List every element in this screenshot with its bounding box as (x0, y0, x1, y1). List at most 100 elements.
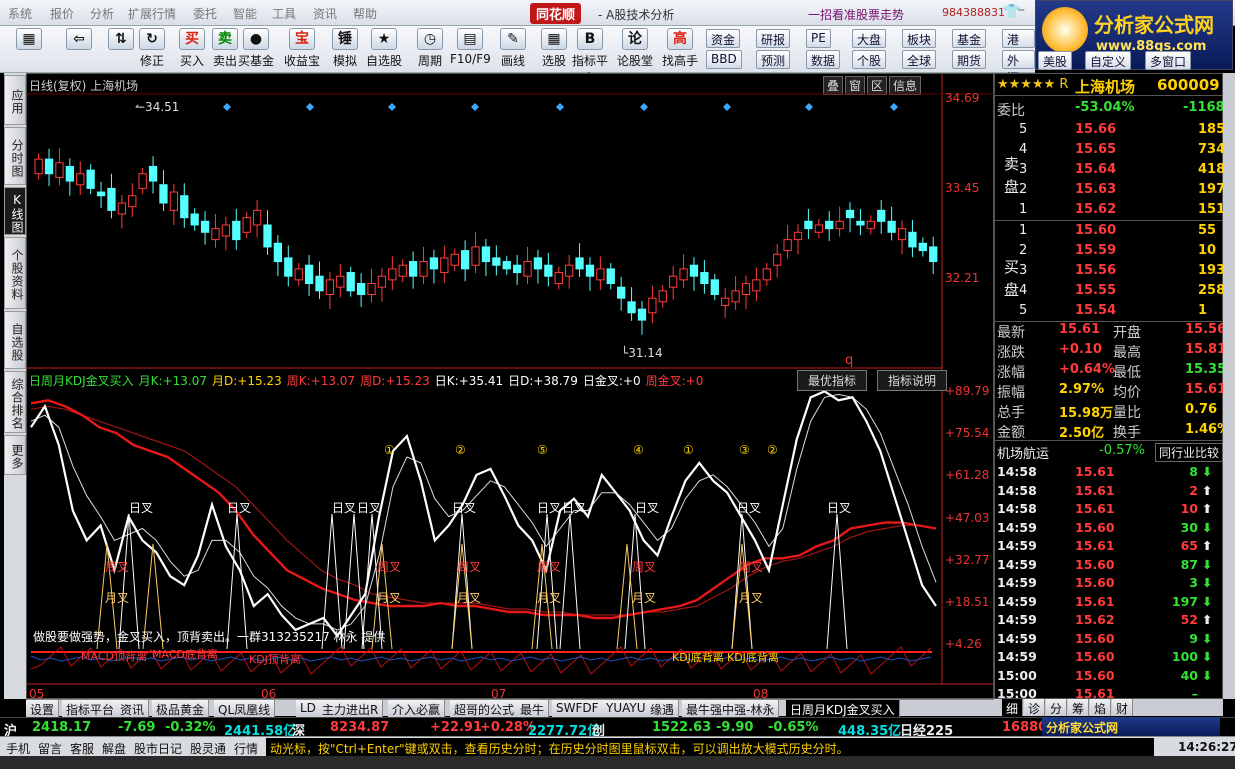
toolbar-button[interactable]: ● 买基金 (236, 28, 276, 70)
toolbar-small-button[interactable]: 研报 (756, 29, 791, 48)
status-link[interactable]: 股市日记 (134, 740, 182, 757)
toolbar-button[interactable]: ▤ F10/F9 (450, 28, 491, 70)
quote-tab[interactable]: 财 (1112, 699, 1134, 716)
toolbar-button[interactable]: ▦ 选股 (534, 28, 574, 70)
indicator-help-button[interactable]: 指标说明 (877, 370, 948, 391)
toolbar-small-button[interactable]: 数据 (806, 50, 841, 69)
toolbar-button[interactable]: 高找高手 (660, 28, 700, 70)
footer-ad[interactable]: 分析家公式网 www.88gs.com (1042, 717, 1220, 750)
indicator-tab[interactable]: SWFDF (552, 700, 604, 717)
indicator-tab[interactable]: 资讯 (116, 700, 150, 717)
best-indicator-button[interactable]: 最优指标 (797, 370, 868, 391)
promo-link[interactable]: 一招看准股票走势 (808, 6, 904, 23)
menu-item[interactable]: 工具 (272, 5, 296, 22)
indicator-tab[interactable]: QL凤凰线 (214, 700, 276, 717)
toolbar-button[interactable]: 锤模拟 (325, 28, 365, 70)
toolbar-small-button[interactable]: 自定义 (1085, 51, 1132, 70)
quote-row: 振幅 2.97% 均价 15.61 (995, 380, 1226, 401)
toolbar-button[interactable]: ↻ 修正 (135, 28, 169, 70)
toolbar-button[interactable]: B指标平台 (570, 28, 610, 85)
toolbar-small-button[interactable]: 板块 (902, 29, 937, 48)
toolbar-button[interactable]: 宝收益宝 (282, 28, 322, 70)
side-tab[interactable]: 应用 (4, 75, 26, 125)
status-link[interactable]: 股灵通 (190, 740, 226, 757)
candle-body (429, 257, 439, 270)
status-link[interactable]: 客服 (70, 740, 94, 757)
chart-area[interactable]: 日线(复权) 上海机场 叠窗区信息 ↼34.51 └31.14 q 日叉 日叉 日叉 日叉日… (26, 73, 995, 701)
toolbar-small-button[interactable]: 资金 (706, 29, 741, 48)
toolbar-small-button[interactable]: 港股 (1002, 29, 1035, 64)
indicator-tab[interactable]: 超哥的公式 (450, 700, 520, 717)
candle-body (908, 231, 917, 248)
menu-item[interactable]: 扩展行情 (128, 5, 176, 22)
week-d-line (30, 405, 937, 616)
order-volume: 185 (1198, 122, 1226, 137)
quote-tab[interactable]: 筹 (1068, 699, 1090, 716)
indicator-tab[interactable]: 日周月KDJ金叉买入 (786, 700, 900, 717)
side-tab[interactable]: 分时图 (4, 127, 26, 185)
indicator-key: 月K: (138, 374, 163, 388)
toolbar-small-button[interactable]: 全球 (902, 50, 937, 69)
toolbar-small-button[interactable]: BBD (706, 50, 742, 69)
quote-tab[interactable]: 细 (1002, 699, 1024, 716)
status-link[interactable]: 留言 (38, 740, 62, 757)
toolbar-small-button[interactable]: 期货 (952, 50, 987, 69)
order-volume: 197 (1198, 182, 1226, 197)
status-link[interactable]: 行情 (234, 740, 258, 757)
indicator-tab[interactable]: 最牛强中强-林永 (682, 700, 780, 717)
side-tab[interactable]: K线图 (4, 187, 26, 235)
toolbar-small-button[interactable]: 大盘 (852, 29, 887, 48)
menu-item[interactable]: 帮助 (353, 5, 377, 22)
indicator-tab[interactable]: 主力进出R (318, 700, 384, 717)
toolbar-button[interactable]: ⇅ (104, 28, 138, 70)
quote-tab[interactable]: 诊 (1024, 699, 1046, 716)
indicator-tab[interactable]: 指标平台 (62, 700, 120, 717)
scrollbar[interactable] (1223, 73, 1235, 699)
status-link[interactable]: 解盘 (102, 740, 126, 757)
minimize-icon[interactable]: – (1018, 2, 1025, 18)
quote-tab[interactable]: 焰 (1090, 699, 1112, 716)
side-tab[interactable]: 更多 (4, 435, 26, 475)
signal-diamond-icon (556, 103, 564, 111)
toolbar-icon: 高 (667, 28, 693, 50)
menu-item[interactable]: 系统 (8, 5, 32, 22)
menu-item[interactable]: 委托 (193, 5, 217, 22)
toolbar-button[interactable]: ★ 自选股 (364, 28, 404, 70)
arrow-up-icon: ⬆ (1202, 501, 1213, 516)
side-tab[interactable]: 个股资料 (4, 237, 26, 309)
indicator-number: +13.07 (310, 374, 356, 388)
toolbar-small-button[interactable]: 多窗口 (1145, 51, 1192, 70)
toolbar-small-button[interactable]: 美股 (1038, 51, 1073, 70)
toolbar-button[interactable]: ▦ (12, 28, 46, 70)
toolbar-small-button[interactable]: 外汇 (1002, 50, 1035, 85)
toolbar-button[interactable]: ◷ 周期 (410, 28, 450, 70)
indicator-tab[interactable]: 极品黄金 (152, 700, 210, 717)
toolbar-small-button[interactable]: PE (806, 29, 831, 48)
menu-item[interactable]: 报价 (50, 5, 74, 22)
menu-item[interactable]: 智能 (233, 5, 257, 22)
toolbar-button[interactable]: ✎ 画线 (493, 28, 533, 70)
quote-tab[interactable]: 分 (1046, 699, 1068, 716)
menu-item[interactable]: 分析 (90, 5, 114, 22)
month-cross-label: 月叉 (739, 591, 763, 605)
indicator-tab[interactable]: 最牛 (516, 700, 550, 717)
side-tab[interactable]: 综合排名 (4, 371, 26, 433)
indicator-tab[interactable]: 缘遇 (646, 700, 680, 717)
toolbar-small-button[interactable]: 预测 (756, 50, 791, 69)
indicator-tab[interactable]: YUAYU (602, 700, 651, 717)
toolbar-small-button[interactable]: 基金 (952, 29, 987, 48)
industry-compare-button[interactable]: 同行业比较 (1155, 443, 1224, 462)
sector-name[interactable]: 机场航运 (997, 443, 1049, 462)
menu-item[interactable]: 资讯 (313, 5, 337, 22)
order-volume: 151 (1198, 202, 1226, 217)
status-link[interactable]: 手机 (6, 740, 30, 757)
indicator-tab[interactable]: 介入必赢 (388, 700, 446, 717)
indicator-tab[interactable]: 设置 (26, 700, 60, 717)
toolbar-small-button[interactable]: 个股 (852, 50, 887, 69)
toolbar-button[interactable]: 论论股堂 (615, 28, 655, 70)
toolbar-button[interactable]: ⇦ (62, 28, 96, 70)
wave-number-label: ④ (633, 443, 644, 457)
quote-row: 14:59 15.62 52 ⬆ (995, 610, 1224, 629)
side-tab[interactable]: 自选股 (4, 311, 26, 369)
candle-body (304, 264, 314, 285)
